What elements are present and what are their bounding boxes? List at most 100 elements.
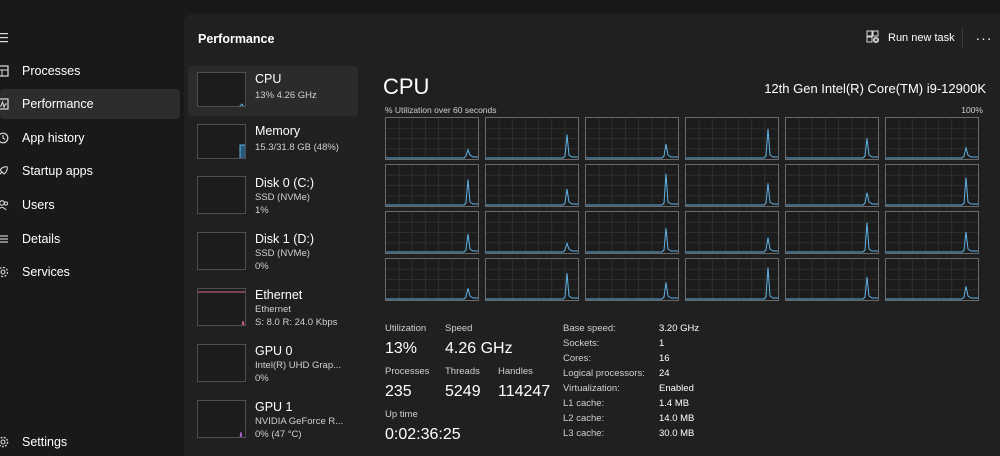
resource-item-memory[interactable]: Memory 15.3/31.8 GB (48%) xyxy=(188,118,358,168)
navigation-pane: Processes Performance App history Startu… xyxy=(0,0,184,456)
spec-value: 14.0 MB xyxy=(659,413,695,424)
processes-value: 235 xyxy=(385,383,412,400)
logical-processor-graph xyxy=(885,164,979,207)
logical-processor-graph xyxy=(485,211,579,254)
details-icon xyxy=(0,232,10,246)
logical-processor-graph xyxy=(785,164,879,207)
logical-processor-graph xyxy=(785,117,879,160)
cpu-heading: CPU xyxy=(383,74,430,99)
resource-detail: 15.3/31.8 GB (48%) xyxy=(255,142,339,153)
logical-processor-graph xyxy=(685,211,779,254)
nav-label: Processes xyxy=(22,64,81,78)
resource-name: GPU 0 xyxy=(255,344,293,358)
resource-detail: 0% xyxy=(255,373,269,384)
utilization-graph-label: % Utilization over 60 seconds xyxy=(385,105,497,115)
hamburger-menu-icon[interactable] xyxy=(0,30,10,43)
nav-item-performance[interactable]: Performance xyxy=(0,89,180,119)
nav-label: Performance xyxy=(22,97,94,111)
processes-label: Processes xyxy=(385,366,430,377)
resource-detail: 1% xyxy=(255,205,269,216)
ethernet-thumbnail-graph xyxy=(197,288,246,326)
nav-item-processes[interactable]: Processes xyxy=(0,56,180,86)
logical-processor-graph xyxy=(385,117,479,160)
startup-icon xyxy=(0,164,10,178)
handles-value: 114247 xyxy=(498,383,551,400)
logical-processor-graph xyxy=(485,117,579,160)
spec-value: Enabled xyxy=(659,383,694,394)
disk1-thumbnail-graph xyxy=(197,232,246,270)
gpu1-thumbnail-graph xyxy=(197,400,246,438)
resource-item-disk-0[interactable]: Disk 0 (C:) SSD (NVMe) 1% xyxy=(188,170,358,220)
logical-processor-graph xyxy=(885,211,979,254)
logical-processor-graph xyxy=(785,211,879,254)
resource-detail: 0% (47 °C) xyxy=(255,429,302,440)
resource-name: Disk 0 (C:) xyxy=(255,176,315,190)
spec-value: 16 xyxy=(659,353,670,364)
run-new-task-button[interactable]: Run new task xyxy=(866,28,955,48)
spec-label: Cores: xyxy=(563,353,591,364)
nav-label: Users xyxy=(22,198,55,212)
logical-processor-graph xyxy=(585,211,679,254)
resource-item-ethernet[interactable]: Ethernet Ethernet S: 8.0 R: 24.0 Kbps xyxy=(188,282,358,332)
spec-value: 3.20 GHz xyxy=(659,323,700,334)
threads-value: 5249 xyxy=(445,383,481,400)
processes-icon xyxy=(0,64,10,78)
resource-name: Memory xyxy=(255,124,301,138)
main-panel: Performance Run new task ··· CPU 13% 4.2… xyxy=(184,14,1000,456)
spec-value: 1 xyxy=(659,338,665,349)
spec-value: 1.4 MB xyxy=(659,398,690,409)
resource-item-gpu-0[interactable]: GPU 0 Intel(R) UHD Grap... 0% xyxy=(188,338,358,388)
spec-label: L3 cache: xyxy=(563,428,605,439)
memory-thumbnail-graph xyxy=(197,124,246,159)
speed-value: 4.26 GHz xyxy=(445,340,513,357)
gpu0-thumbnail-graph xyxy=(197,344,246,382)
nav-item-startup-apps[interactable]: Startup apps xyxy=(0,156,180,186)
settings-gear-icon xyxy=(0,435,10,449)
logical-processor-graph xyxy=(385,211,479,254)
nav-item-details[interactable]: Details xyxy=(0,224,180,254)
spec-label: Virtualization: xyxy=(563,383,620,394)
nav-label: Services xyxy=(22,265,70,279)
spec-label: L1 cache: xyxy=(563,398,605,409)
nav-label: Settings xyxy=(22,435,68,449)
nav-item-users[interactable]: Users xyxy=(0,190,180,220)
logical-processor-graph xyxy=(585,117,679,160)
resource-detail: 13% 4.26 GHz xyxy=(255,90,317,101)
nav-item-app-history[interactable]: App history xyxy=(0,123,180,153)
resource-name: Ethernet xyxy=(255,288,303,302)
spec-value: 24 xyxy=(659,368,670,379)
resource-detail: SSD (NVMe) xyxy=(255,248,310,259)
logical-processor-graph xyxy=(385,164,479,207)
run-new-task-label: Run new task xyxy=(888,32,955,44)
logical-processor-graph xyxy=(685,117,779,160)
resource-item-gpu-1[interactable]: GPU 1 NVIDIA GeForce R... 0% (47 °C) xyxy=(188,394,358,444)
logical-processor-graph xyxy=(585,164,679,207)
services-icon xyxy=(0,265,10,279)
more-options-button[interactable]: ··· xyxy=(974,28,994,48)
nav-item-settings[interactable]: Settings xyxy=(0,427,180,456)
spec-label: Logical processors: xyxy=(563,368,645,379)
nav-label: Details xyxy=(22,232,61,246)
history-icon xyxy=(0,131,10,145)
handles-label: Handles xyxy=(498,366,533,377)
logical-processor-graph xyxy=(785,258,879,301)
cpu-thumbnail-graph xyxy=(197,72,246,107)
resource-name: CPU xyxy=(255,72,282,86)
resource-item-cpu[interactable]: CPU 13% 4.26 GHz xyxy=(188,66,358,116)
run-task-icon xyxy=(866,30,880,47)
speed-label: Speed xyxy=(445,323,473,334)
logical-processor-graph xyxy=(485,258,579,301)
nav-label: App history xyxy=(22,131,85,145)
resource-detail: Intel(R) UHD Grap... xyxy=(255,360,342,371)
resource-detail: Ethernet xyxy=(255,304,291,315)
logical-processor-graph xyxy=(385,258,479,301)
logical-processor-graph xyxy=(685,164,779,207)
performance-icon xyxy=(0,97,10,111)
resource-item-disk-1[interactable]: Disk 1 (D:) SSD (NVMe) 0% xyxy=(188,226,358,276)
logical-processor-graph xyxy=(485,164,579,207)
resource-detail: NVIDIA GeForce R... xyxy=(255,416,344,427)
resource-name: Disk 1 (D:) xyxy=(255,232,315,246)
nav-item-services[interactable]: Services xyxy=(0,257,180,287)
toolbar-divider xyxy=(962,28,963,48)
utilization-label: Utilization xyxy=(385,323,427,334)
